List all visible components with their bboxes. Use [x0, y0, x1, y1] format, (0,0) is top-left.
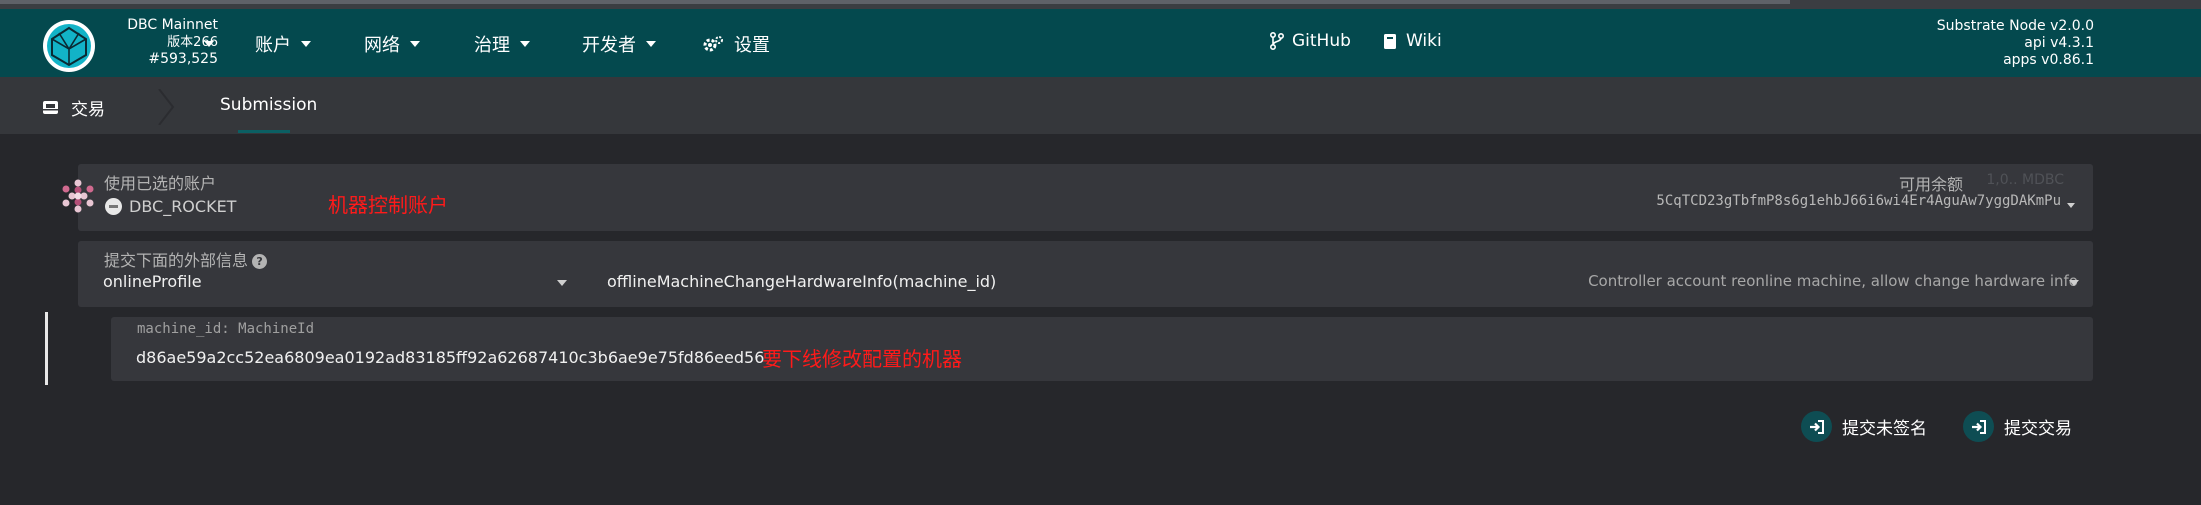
nav-settings[interactable]: 设置 — [702, 31, 770, 57]
nav-governance-label: 治理 — [474, 35, 510, 56]
tab-extrinsics-label: 交易 — [71, 100, 105, 120]
runtime-version: 版本266 — [167, 35, 218, 50]
nav-developer-label: 开发者 — [582, 35, 636, 56]
nav-accounts[interactable]: 账户 — [255, 31, 311, 57]
top-header: DBC Mainnet 版本266 #593,525 账户 网络 治理 开发者 … — [0, 9, 2201, 77]
chevron-down-icon[interactable] — [2067, 203, 2075, 208]
account-label: 使用已选的账户 — [104, 174, 217, 193]
machine-id-value[interactable]: d86ae59a2cc52ea6809ea0192ad83185ff92a626… — [136, 348, 764, 367]
active-tab-indicator — [238, 130, 290, 133]
node-version: Substrate Node v2.0.0 — [1936, 18, 2094, 34]
submit-unsigned-label: 提交未签名 — [1842, 419, 1927, 439]
balance-value: 1,0.. MDBC — [1986, 172, 2064, 188]
git-branch-icon — [1270, 32, 1284, 50]
node-version-info: Substrate Node v2.0.0 api v4.3.1 apps v0… — [1937, 18, 2094, 69]
chevron-down-icon[interactable] — [557, 280, 567, 286]
help-icon[interactable]: ? — [252, 254, 268, 269]
param-label: machine_id: MachineId — [137, 321, 315, 337]
nav-network-label: 网络 — [364, 35, 400, 56]
dbc-logo-icon[interactable] — [42, 19, 96, 73]
nav-accounts-label: 账户 — [255, 35, 291, 56]
extrinsic-label: 提交下面的外部信息? — [104, 247, 268, 271]
nav-network[interactable]: 网络 — [364, 31, 420, 57]
chevron-down-icon — [410, 41, 420, 47]
api-version: api v4.3.1 — [2024, 35, 2094, 51]
top-strip — [0, 0, 2201, 9]
chain-name: DBC Mainnet — [127, 17, 218, 33]
inbox-icon — [43, 101, 58, 114]
account-address: 5CqTCD23gTbfmP8s6g1ehbJ66i6wi4Er4AguAw7y… — [1656, 193, 2061, 209]
method-description: Controller account reonline machine, all… — [1588, 272, 2078, 290]
submit-transaction-button[interactable]: 提交交易 — [1963, 411, 2072, 442]
nav-settings-label: 设置 — [734, 35, 770, 56]
wiki-label: Wiki — [1406, 31, 1442, 51]
account-name-text: DBC_ROCKET — [129, 197, 237, 216]
top-strip-highlight — [0, 0, 1790, 4]
github-link[interactable]: GitHub — [1270, 31, 1351, 51]
account-name: DBC_ROCKET — [105, 197, 236, 216]
gears-icon — [703, 36, 723, 52]
nav-developer[interactable]: 开发者 — [582, 31, 656, 57]
wiki-link[interactable]: Wiki — [1383, 31, 1442, 51]
sign-in-icon — [1801, 411, 1832, 442]
submit-unsigned-button[interactable]: 提交未签名 — [1801, 411, 1927, 442]
param-group-indicator — [45, 312, 48, 385]
account-identicon — [62, 179, 94, 213]
apps-version: apps v0.86.1 — [2003, 52, 2094, 68]
submit-transaction-label: 提交交易 — [2004, 419, 2072, 439]
block-number: #593,525 — [148, 51, 218, 67]
nav-governance[interactable]: 治理 — [474, 31, 530, 57]
balance-label: 可用余额 — [1898, 175, 1963, 194]
tab-submission[interactable]: Submission — [220, 95, 317, 115]
pallet-dropdown[interactable]: onlineProfile — [103, 272, 202, 291]
sub-navigation: 交易 Submission — [0, 77, 2201, 134]
book-icon — [1384, 33, 1396, 49]
tab-separator — [158, 89, 175, 125]
chevron-down-icon[interactable] — [204, 41, 214, 47]
chain-selector[interactable]: DBC Mainnet 版本266 #593,525 — [108, 17, 218, 68]
chevron-down-icon — [301, 41, 311, 47]
github-label: GitHub — [1292, 31, 1351, 51]
method-dropdown[interactable]: offlineMachineChangeHardwareInfo(machine… — [607, 272, 996, 291]
chevron-down-icon[interactable] — [2069, 280, 2079, 286]
tab-extrinsics[interactable]: 交易 — [42, 95, 105, 120]
param-annotation: 要下线修改配置的机器 — [762, 347, 962, 371]
account-annotation: 机器控制账户 — [328, 193, 448, 217]
chevron-down-icon — [520, 41, 530, 47]
account-status-icon — [105, 198, 122, 215]
sign-in-icon — [1963, 411, 1994, 442]
extrinsic-label-text: 提交下面的外部信息 — [104, 251, 249, 270]
chevron-down-icon — [646, 41, 656, 47]
